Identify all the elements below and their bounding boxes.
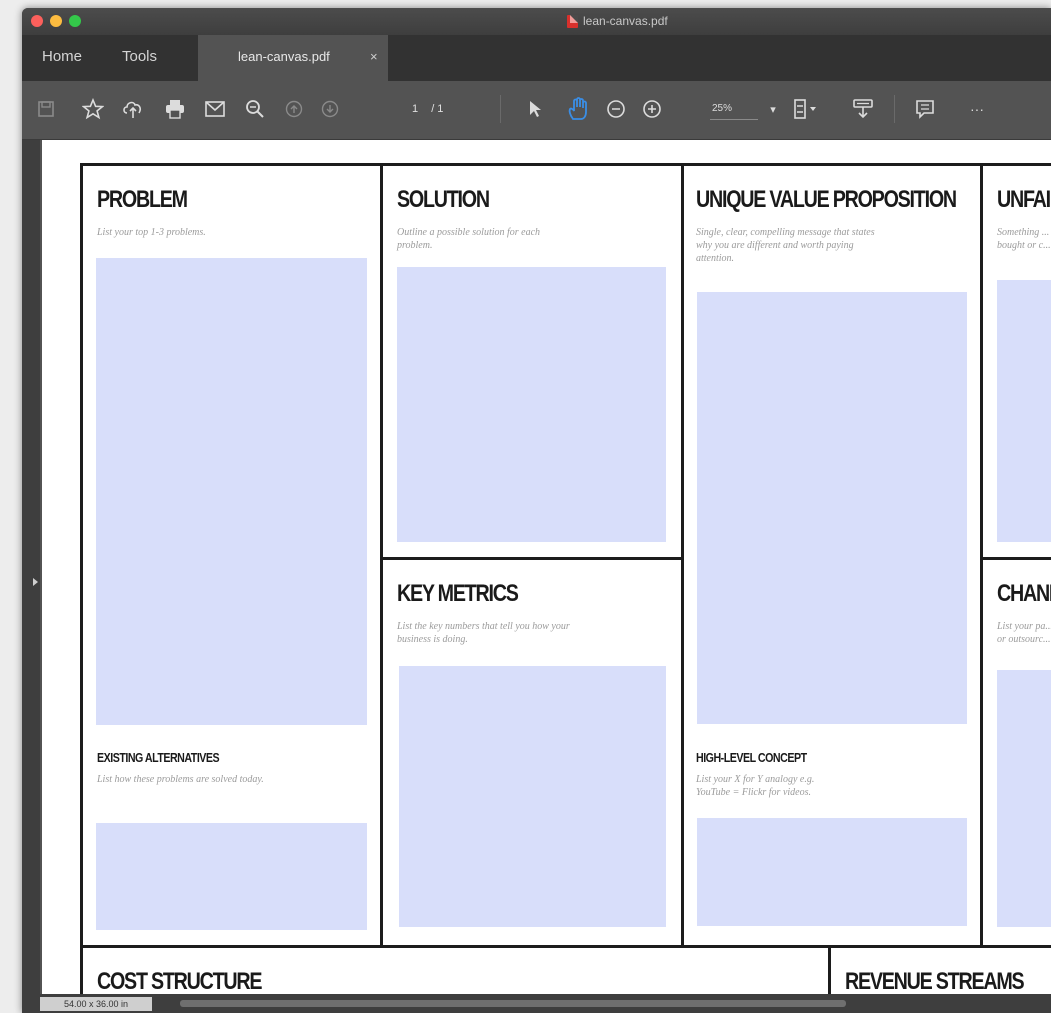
total-pages: / 1 bbox=[431, 103, 444, 115]
solution-block: SOLUTION Outline a possible solution for… bbox=[383, 166, 684, 560]
pdf-file-icon bbox=[567, 14, 578, 28]
tab-tools[interactable]: Tools bbox=[122, 35, 157, 81]
problem-block: PROBLEM List your top 1-3 problems. EXIS… bbox=[83, 166, 383, 948]
solution-title: SOLUTION bbox=[397, 186, 490, 213]
document-area[interactable]: PROBLEM List your top 1-3 problems. EXIS… bbox=[22, 140, 1051, 994]
navigation-panel-strip bbox=[22, 140, 40, 994]
uvp-input-area[interactable] bbox=[697, 292, 967, 724]
problem-title: PROBLEM bbox=[97, 186, 188, 213]
print-icon[interactable] bbox=[162, 95, 188, 123]
problem-description: List your top 1-3 problems. bbox=[97, 227, 206, 238]
unfair-advantage-description: Something ... bought or c... bbox=[997, 227, 1051, 251]
unfair-advantage-title: UNFAI bbox=[997, 186, 1051, 213]
key-metrics-input-area[interactable] bbox=[399, 666, 666, 927]
unique-value-proposition-block: UNIQUE VALUE PROPOSITION Single, clear, … bbox=[684, 166, 983, 948]
tab-home[interactable]: Home bbox=[42, 35, 82, 81]
high-level-concept-input-area[interactable] bbox=[697, 818, 967, 926]
channels-input-area[interactable] bbox=[997, 670, 1051, 927]
upload-cloud-icon[interactable] bbox=[120, 95, 146, 123]
uvp-title: UNIQUE VALUE PROPOSITION bbox=[696, 186, 957, 213]
key-metrics-description: List the key numbers that tell you how y… bbox=[397, 621, 570, 645]
acrobat-window: lean-canvas.pdf Home Tools lean-canvas.p… bbox=[22, 8, 1051, 1013]
comment-icon[interactable] bbox=[912, 95, 938, 123]
email-icon[interactable] bbox=[202, 95, 228, 123]
high-level-concept-title: HIGH-LEVEL CONCEPT bbox=[696, 750, 807, 765]
revenue-streams-title: REVENUE STREAMS bbox=[845, 968, 1025, 994]
save-icon[interactable] bbox=[34, 95, 58, 123]
page-down-icon[interactable] bbox=[318, 95, 342, 123]
solution-input-area[interactable] bbox=[397, 267, 666, 542]
revenue-streams-block: REVENUE STREAMS bbox=[831, 948, 1051, 994]
expand-panel-icon[interactable] bbox=[33, 578, 38, 586]
zoom-in-icon[interactable] bbox=[640, 95, 664, 123]
window-title: lean-canvas.pdf bbox=[567, 14, 668, 28]
existing-alternatives-input-area[interactable] bbox=[96, 823, 367, 930]
tab-bar: Home Tools lean-canvas.pdf × bbox=[22, 35, 1051, 81]
lean-canvas-frame: PROBLEM List your top 1-3 problems. EXIS… bbox=[80, 163, 1051, 994]
tab-document[interactable]: lean-canvas.pdf × bbox=[198, 35, 388, 81]
existing-alternatives-description: List how these problems are solved today… bbox=[97, 774, 264, 785]
hand-tool-icon[interactable] bbox=[565, 95, 591, 123]
zoom-window-button[interactable] bbox=[69, 15, 81, 27]
high-level-concept-description: List your X for Y analogy e.g. YouTube =… bbox=[696, 774, 815, 798]
unfair-advantage-input-area[interactable] bbox=[997, 280, 1051, 542]
toolbar-separator-2 bbox=[894, 95, 895, 123]
pdf-page[interactable]: PROBLEM List your top 1-3 problems. EXIS… bbox=[42, 140, 1051, 994]
channels-block: CHANI List your pa... or outsourc... bbox=[983, 560, 1051, 948]
unfair-advantage-block: UNFAI Something ... bought or c... bbox=[983, 166, 1051, 560]
cost-structure-block: COST STRUCTURE bbox=[83, 948, 831, 994]
toolbar-separator bbox=[500, 95, 501, 123]
more-icon[interactable]: ··· bbox=[964, 95, 990, 123]
title-bar: lean-canvas.pdf bbox=[22, 8, 1051, 35]
channels-description: List your pa... or outsourc... bbox=[997, 621, 1051, 645]
page-size-indicator[interactable]: 54.00 x 36.00 in bbox=[40, 997, 152, 1011]
key-metrics-block: KEY METRICS List the key numbers that te… bbox=[383, 560, 684, 948]
bookmark-star-icon[interactable] bbox=[80, 95, 106, 123]
select-arrow-icon[interactable] bbox=[525, 95, 545, 123]
status-bar: 54.00 x 36.00 in bbox=[22, 994, 1051, 1013]
window-controls bbox=[31, 15, 81, 27]
existing-alternatives-title: EXISTING ALTERNATIVES bbox=[97, 750, 220, 765]
fit-page-icon[interactable] bbox=[792, 95, 822, 123]
zoom-level[interactable]: 25% bbox=[712, 103, 732, 114]
toolbar: 1 / 1 25% ▾ ··· bbox=[22, 81, 1051, 140]
window-title-text: lean-canvas.pdf bbox=[583, 14, 668, 28]
minimize-window-button[interactable] bbox=[50, 15, 62, 27]
comment-stamp-icon[interactable] bbox=[850, 95, 876, 123]
zoom-out-icon[interactable] bbox=[604, 95, 628, 123]
tab-document-label: lean-canvas.pdf bbox=[238, 49, 330, 64]
close-tab-icon[interactable]: × bbox=[370, 35, 378, 79]
key-metrics-title: KEY METRICS bbox=[397, 580, 519, 607]
solution-description: Outline a possible solution for each pro… bbox=[397, 227, 541, 251]
channels-title: CHANI bbox=[997, 580, 1051, 607]
page-number-field[interactable]: 1 / 1 bbox=[412, 100, 448, 118]
zoom-search-icon[interactable] bbox=[242, 95, 268, 123]
uvp-description: Single, clear, compelling message that s… bbox=[696, 227, 875, 264]
zoom-field-underline bbox=[710, 119, 758, 120]
page-up-icon[interactable] bbox=[282, 95, 306, 123]
zoom-dropdown-icon[interactable]: ▾ bbox=[766, 95, 780, 123]
current-page[interactable]: 1 bbox=[412, 103, 418, 115]
cost-structure-title: COST STRUCTURE bbox=[97, 968, 263, 994]
close-window-button[interactable] bbox=[31, 15, 43, 27]
problem-input-area[interactable] bbox=[96, 258, 367, 725]
horizontal-scrollbar[interactable] bbox=[180, 1000, 846, 1007]
